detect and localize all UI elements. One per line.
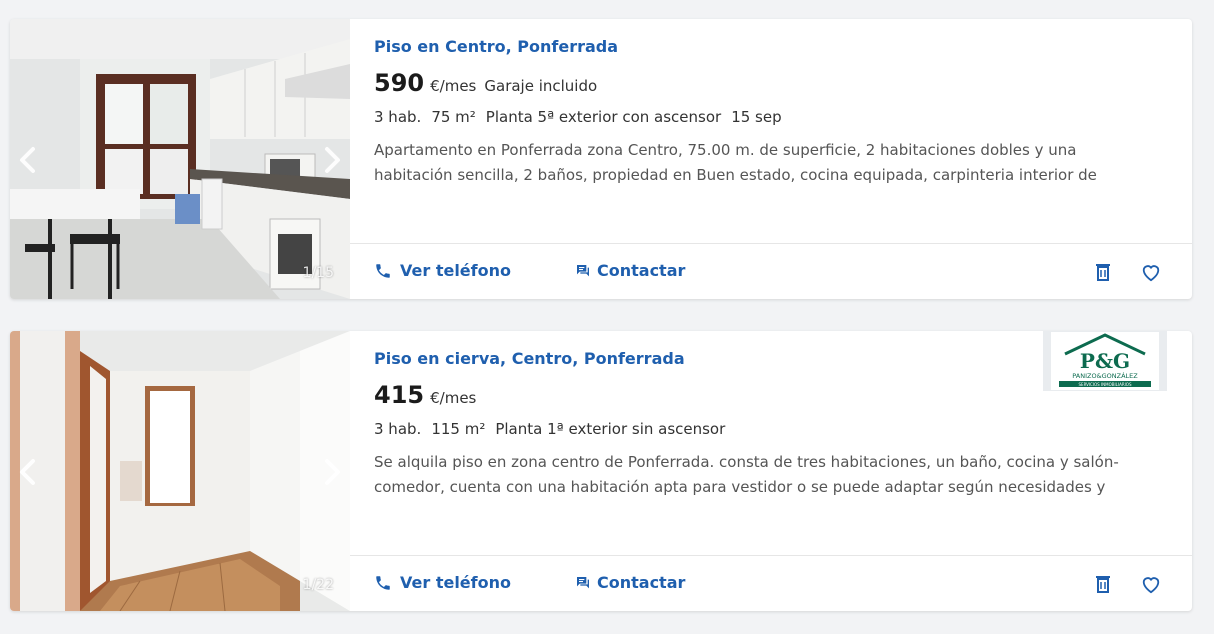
chat-icon [577, 576, 589, 588]
detail-date: 15 sep [731, 108, 782, 126]
price-extra: Garaje incluido [484, 77, 598, 95]
photo-counter: 1/22 [302, 577, 334, 593]
listing-footer: Ver teléfono Contactar [350, 555, 1192, 611]
phone-icon [376, 575, 390, 590]
logo-text: P&G [1080, 349, 1130, 373]
listing-photo[interactable]: 1/22 [10, 331, 350, 611]
listing-description[interactable]: Se alquila piso en zona centro de Ponfer… [374, 450, 1134, 500]
listing-title-link[interactable]: Piso en Centro, Ponferrada [374, 37, 618, 56]
logo-tagline: SERVICIOS INMOBILIARIOS [1079, 382, 1132, 387]
agency-logo[interactable]: P&G PANIZO&GONZÁLEZ SERVICIOS INMOBILIAR… [1043, 331, 1167, 391]
contact-label: Contactar [597, 261, 686, 280]
detail-size: 75 m² [431, 108, 476, 126]
price-row: 590 €/mes Garaje incluido [374, 69, 597, 97]
contact-button[interactable]: Contactar [575, 573, 685, 592]
chevron-left-icon [20, 147, 35, 173]
detail-size: 115 m² [431, 420, 486, 438]
listing-description[interactable]: Apartamento en Ponferrada zona Centro, 7… [374, 138, 1134, 188]
photo-next-button[interactable] [320, 457, 344, 487]
photo-next-button[interactable] [320, 145, 344, 175]
photo-prev-button[interactable] [16, 145, 40, 175]
listing-details: 3 hab. 115 m² Planta 1ª exterior sin asc… [374, 420, 725, 438]
listing-photo[interactable]: 1/15 [10, 19, 350, 299]
contact-button[interactable]: Contactar [575, 261, 685, 280]
view-phone-label: Ver teléfono [400, 573, 511, 592]
listing-card[interactable]: 1/22 P&G PANIZO&GONZÁLEZ SERVICIOS INMOB… [10, 331, 1192, 611]
chevron-left-icon [20, 459, 35, 485]
price-unit: €/mes [430, 77, 477, 95]
discard-button[interactable] [1094, 574, 1112, 594]
trash-icon [1096, 576, 1110, 593]
detail-rooms: 3 hab. [374, 108, 422, 126]
listing-info: Piso en Centro, Ponferrada 590 €/mes Gar… [350, 19, 1192, 299]
price-unit: €/mes [430, 389, 477, 407]
listing-card[interactable]: 1/15 Piso en Centro, Ponferrada 590 €/me… [10, 19, 1192, 299]
view-phone-label: Ver teléfono [400, 261, 511, 280]
view-phone-button[interactable]: Ver teléfono [374, 573, 511, 592]
discard-button[interactable] [1094, 262, 1112, 282]
listing-footer: Ver teléfono Contactar [350, 243, 1192, 299]
listing-title-link[interactable]: Piso en cierva, Centro, Ponferrada [374, 349, 685, 368]
photo-counter: 1/15 [302, 265, 334, 281]
kitchen-photo [10, 19, 350, 299]
hallway-photo [10, 331, 350, 611]
view-phone-button[interactable]: Ver teléfono [374, 261, 511, 280]
heart-icon [1142, 265, 1160, 282]
chevron-right-icon [325, 459, 340, 485]
heart-icon [1142, 577, 1160, 594]
listing-price: 415 [374, 381, 425, 409]
contact-label: Contactar [597, 573, 686, 592]
listing-details: 3 hab. 75 m² Planta 5ª exterior con asce… [374, 108, 782, 126]
chevron-right-icon [325, 147, 340, 173]
detail-floor: Planta 1ª exterior sin ascensor [495, 420, 726, 438]
price-row: 415 €/mes [374, 381, 476, 409]
favorite-button[interactable] [1140, 574, 1162, 594]
chat-icon [577, 264, 589, 276]
detail-floor: Planta 5ª exterior con ascensor [485, 108, 722, 126]
photo-prev-button[interactable] [16, 457, 40, 487]
favorite-button[interactable] [1140, 262, 1162, 282]
listing-price: 590 [374, 69, 425, 97]
logo-subtext: PANIZO&GONZÁLEZ [1072, 371, 1138, 380]
detail-rooms: 3 hab. [374, 420, 422, 438]
trash-icon [1096, 264, 1110, 281]
phone-icon [376, 263, 390, 278]
agency-logo-image: P&G PANIZO&GONZÁLEZ SERVICIOS INMOBILIAR… [1051, 332, 1159, 390]
listing-info: P&G PANIZO&GONZÁLEZ SERVICIOS INMOBILIAR… [350, 331, 1192, 611]
